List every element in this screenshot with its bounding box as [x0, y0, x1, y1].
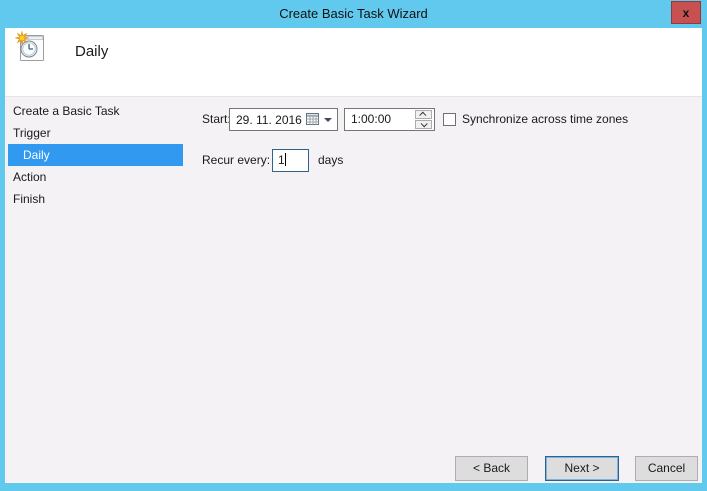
calendar-icon: [306, 113, 320, 126]
step-daily: Daily: [8, 144, 183, 166]
start-date-value: 29. 11. 2016: [230, 113, 306, 127]
recur-every-label: Recur every:: [202, 149, 270, 172]
sync-timezones-label: Synchronize across time zones: [462, 108, 628, 131]
page-title: Daily: [75, 43, 108, 60]
time-down-button[interactable]: [415, 120, 432, 129]
window-title: Create Basic Task Wizard: [0, 0, 707, 28]
spin-up-icon: [419, 112, 426, 119]
start-time-input[interactable]: 1:00:00: [344, 108, 435, 131]
wizard-content: Daily Create a Basic Task Trigger Daily …: [5, 28, 702, 483]
start-time-value: 1:00:00: [351, 109, 391, 130]
recur-every-value: 1: [278, 153, 285, 167]
time-up-button[interactable]: [415, 110, 432, 119]
wizard-window: Create Basic Task Wizard x Daily: [0, 0, 707, 491]
wizard-body: Create a Basic Task Trigger Daily Action…: [5, 97, 702, 483]
recur-every-input[interactable]: 1: [272, 149, 309, 172]
wizard-header: Daily: [5, 28, 702, 96]
close-button[interactable]: x: [671, 1, 701, 24]
wizard-steps: Create a Basic Task Trigger Daily Action…: [5, 100, 195, 210]
time-spinner: [415, 110, 432, 129]
step-action: Action: [5, 166, 195, 188]
step-create-a-basic-task: Create a Basic Task: [5, 100, 195, 122]
titlebar[interactable]: Create Basic Task Wizard x: [0, 0, 707, 28]
step-finish: Finish: [5, 188, 195, 210]
sync-timezones-checkbox[interactable]: [443, 113, 456, 126]
start-date-picker[interactable]: 29. 11. 2016: [229, 108, 338, 131]
chevron-down-icon[interactable]: [324, 118, 332, 122]
spin-down-icon: [421, 120, 428, 127]
close-icon: x: [683, 7, 690, 19]
cancel-button[interactable]: Cancel: [635, 456, 698, 481]
text-caret: [285, 153, 286, 166]
scheduled-task-icon: [14, 31, 46, 63]
step-trigger: Trigger: [5, 122, 195, 144]
next-button[interactable]: Next >: [545, 456, 619, 481]
back-button[interactable]: < Back: [455, 456, 528, 481]
start-label: Start:: [202, 108, 231, 131]
days-label: days: [318, 149, 343, 172]
